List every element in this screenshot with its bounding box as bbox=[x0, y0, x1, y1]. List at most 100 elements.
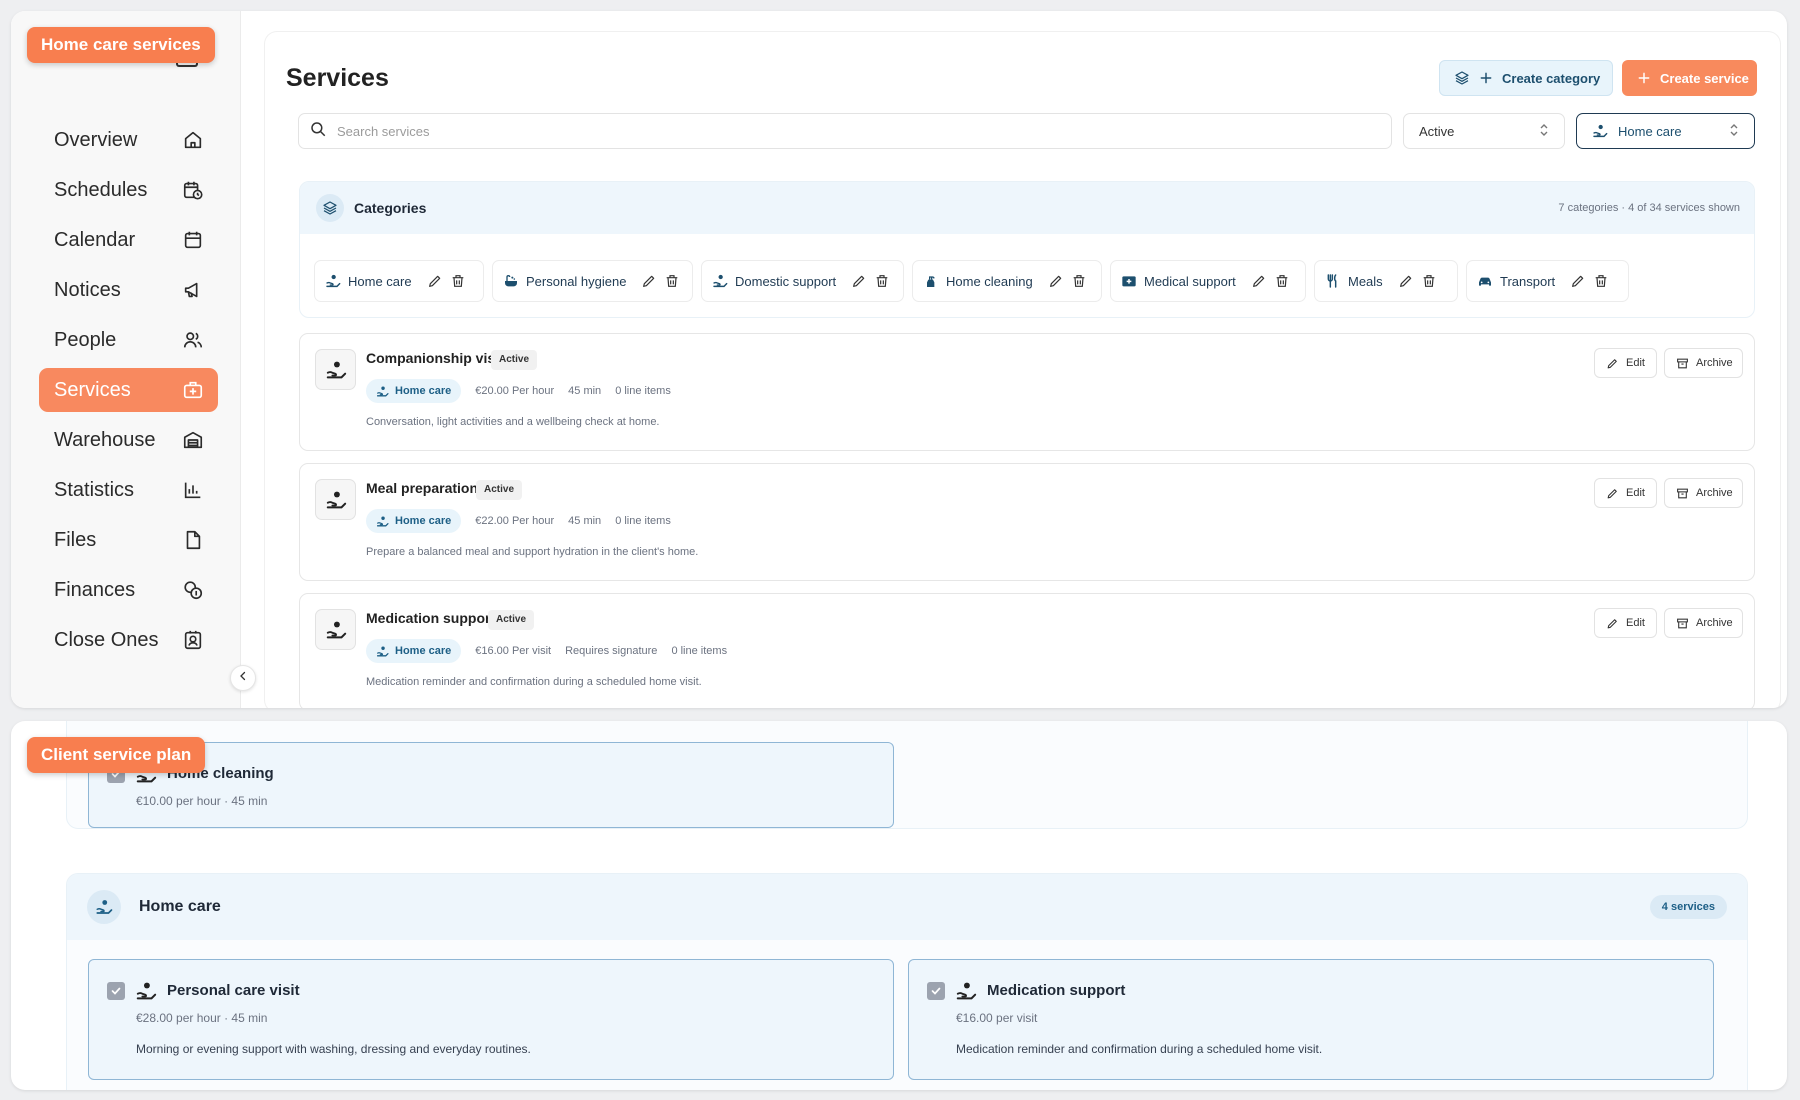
categories-summary: 7 categories · 4 of 34 services shown bbox=[1558, 202, 1740, 214]
collapse-sidebar-button[interactable] bbox=[230, 665, 256, 691]
pencil-icon[interactable] bbox=[641, 273, 657, 289]
spray-bottle-icon bbox=[923, 273, 939, 289]
archive-icon bbox=[1676, 357, 1689, 370]
service-group-header: Home care 4 services bbox=[67, 874, 1747, 940]
category-badge-label: Home care bbox=[395, 515, 452, 527]
category-chip-transport[interactable]: Transport bbox=[1466, 260, 1629, 302]
service-description: Medication reminder and confirmation dur… bbox=[366, 676, 702, 688]
create-category-button[interactable]: Create category bbox=[1439, 60, 1613, 96]
layers-icon bbox=[316, 194, 344, 222]
sidebar-item-label: Close Ones bbox=[54, 628, 159, 651]
sidebar-item-statistics[interactable]: Statistics bbox=[39, 468, 218, 512]
plan-service-card[interactable]: Medication support €16.00 per visit Medi… bbox=[908, 959, 1714, 1080]
hand-heart-icon bbox=[315, 349, 356, 390]
sidebar-item-close-ones[interactable]: Close Ones bbox=[39, 618, 218, 662]
checkbox[interactable] bbox=[107, 982, 125, 1000]
service-row[interactable]: Companionship visit Active Home care €20… bbox=[299, 333, 1755, 451]
service-description: Conversation, light activities and a wel… bbox=[366, 416, 660, 428]
sidebar-item-notices[interactable]: Notices bbox=[39, 268, 218, 312]
sidebar-item-label: Overview bbox=[54, 128, 138, 151]
category-chip-label: Transport bbox=[1500, 273, 1556, 289]
search-icon bbox=[309, 120, 327, 143]
hand-heart-icon bbox=[315, 609, 356, 650]
search-input[interactable] bbox=[337, 123, 1381, 139]
trash-icon[interactable] bbox=[450, 273, 466, 289]
trash-icon[interactable] bbox=[874, 273, 890, 289]
service-count-badge: 4 services bbox=[1649, 895, 1727, 919]
category-chip-home-cleaning[interactable]: Home cleaning bbox=[912, 260, 1102, 302]
sidebar-item-warehouse[interactable]: Warehouse bbox=[39, 418, 218, 462]
category-chip-personal-hygiene[interactable]: Personal hygiene bbox=[492, 260, 693, 302]
plan-service-sub: €10.00 per hour · 45 min bbox=[136, 794, 268, 808]
sidebar-item-schedules[interactable]: Schedules bbox=[39, 168, 218, 212]
trash-icon[interactable] bbox=[664, 273, 680, 289]
pencil-icon[interactable] bbox=[427, 273, 443, 289]
sidebar: Overview Schedules Calendar Notices Peop bbox=[11, 11, 241, 708]
category-chip-home-care[interactable]: Home care bbox=[314, 260, 484, 302]
archive-label: Archive bbox=[1696, 487, 1733, 499]
category-filter-value: Home care bbox=[1618, 123, 1682, 139]
sidebar-item-calendar[interactable]: Calendar bbox=[39, 218, 218, 262]
trash-icon[interactable] bbox=[1071, 273, 1087, 289]
archive-button[interactable]: Archive bbox=[1664, 608, 1743, 638]
plan-service-card[interactable]: Personal care visit €28.00 per hour · 45… bbox=[88, 959, 894, 1080]
sidebar-item-label: Calendar bbox=[54, 228, 136, 251]
hand-heart-icon bbox=[315, 479, 356, 520]
coins-icon bbox=[182, 579, 204, 601]
category-chip-domestic-support[interactable]: Domestic support bbox=[701, 260, 904, 302]
edit-button[interactable]: Edit bbox=[1594, 478, 1657, 508]
sidebar-item-overview[interactable]: Overview bbox=[39, 118, 218, 162]
trash-icon[interactable] bbox=[1274, 273, 1290, 289]
category-chip-label: Medical support bbox=[1144, 273, 1236, 289]
sidebar-item-files[interactable]: Files bbox=[39, 518, 218, 562]
category-chip-medical-support[interactable]: Medical support bbox=[1110, 260, 1306, 302]
category-filter-select[interactable]: Home care bbox=[1576, 113, 1755, 149]
page-title: Services bbox=[286, 64, 389, 92]
sidebar-item-label: Warehouse bbox=[54, 428, 156, 451]
sidebar-item-label: Finances bbox=[54, 578, 136, 601]
first-aid-icon bbox=[1121, 273, 1137, 289]
pencil-icon[interactable] bbox=[1048, 273, 1064, 289]
service-price: €22.00 Per hour bbox=[475, 515, 555, 527]
hand-heart-icon bbox=[376, 645, 389, 658]
service-row[interactable]: Medication support Active Home care €16.… bbox=[299, 593, 1755, 708]
create-service-button[interactable]: Create service bbox=[1622, 60, 1757, 96]
trash-icon[interactable] bbox=[1593, 273, 1609, 289]
service-row[interactable]: Meal preparation Active Home care €22.00… bbox=[299, 463, 1755, 581]
sidebar-item-finances[interactable]: Finances bbox=[39, 568, 218, 612]
plus-icon bbox=[1478, 70, 1494, 86]
warehouse-icon bbox=[182, 429, 204, 451]
bath-icon bbox=[503, 273, 519, 289]
edit-button[interactable]: Edit bbox=[1594, 608, 1657, 638]
categories-header: Categories 7 categories · 4 of 34 servic… bbox=[300, 182, 1754, 234]
plan-service-sub: €28.00 per hour · 45 min bbox=[136, 1011, 268, 1025]
sidebar-item-services[interactable]: Services bbox=[39, 368, 218, 412]
status-filter-value: Active bbox=[1419, 123, 1455, 139]
category-chip-label: Meals bbox=[1348, 273, 1383, 289]
status-badge: Active bbox=[488, 610, 535, 630]
create-category-label: Create category bbox=[1502, 70, 1601, 86]
plan-service-title: Medication support bbox=[987, 982, 1126, 999]
archive-button[interactable]: Archive bbox=[1664, 478, 1743, 508]
plan-service-card[interactable]: Home cleaning €10.00 per hour · 45 min bbox=[88, 742, 894, 828]
status-badge: Active bbox=[476, 480, 523, 500]
pencil-icon[interactable] bbox=[1251, 273, 1267, 289]
pencil-icon[interactable] bbox=[851, 273, 867, 289]
plan-service-title: Personal care visit bbox=[167, 982, 300, 999]
pencil-icon bbox=[1606, 357, 1619, 370]
layers-icon bbox=[1454, 70, 1470, 86]
checkbox[interactable] bbox=[927, 982, 945, 1000]
service-duration: 45 min bbox=[568, 385, 602, 397]
service-duration: 45 min bbox=[568, 515, 602, 527]
service-group-title: Home care bbox=[139, 898, 221, 915]
trash-icon[interactable] bbox=[1421, 273, 1437, 289]
pencil-icon[interactable] bbox=[1570, 273, 1586, 289]
megaphone-icon bbox=[182, 279, 204, 301]
sidebar-item-people[interactable]: People bbox=[39, 318, 218, 362]
status-filter-select[interactable]: Active bbox=[1403, 113, 1565, 149]
archive-button[interactable]: Archive bbox=[1664, 348, 1743, 378]
category-chip-meals[interactable]: Meals bbox=[1314, 260, 1458, 302]
hand-heart-icon bbox=[376, 385, 389, 398]
edit-button[interactable]: Edit bbox=[1594, 348, 1657, 378]
pencil-icon[interactable] bbox=[1398, 273, 1414, 289]
